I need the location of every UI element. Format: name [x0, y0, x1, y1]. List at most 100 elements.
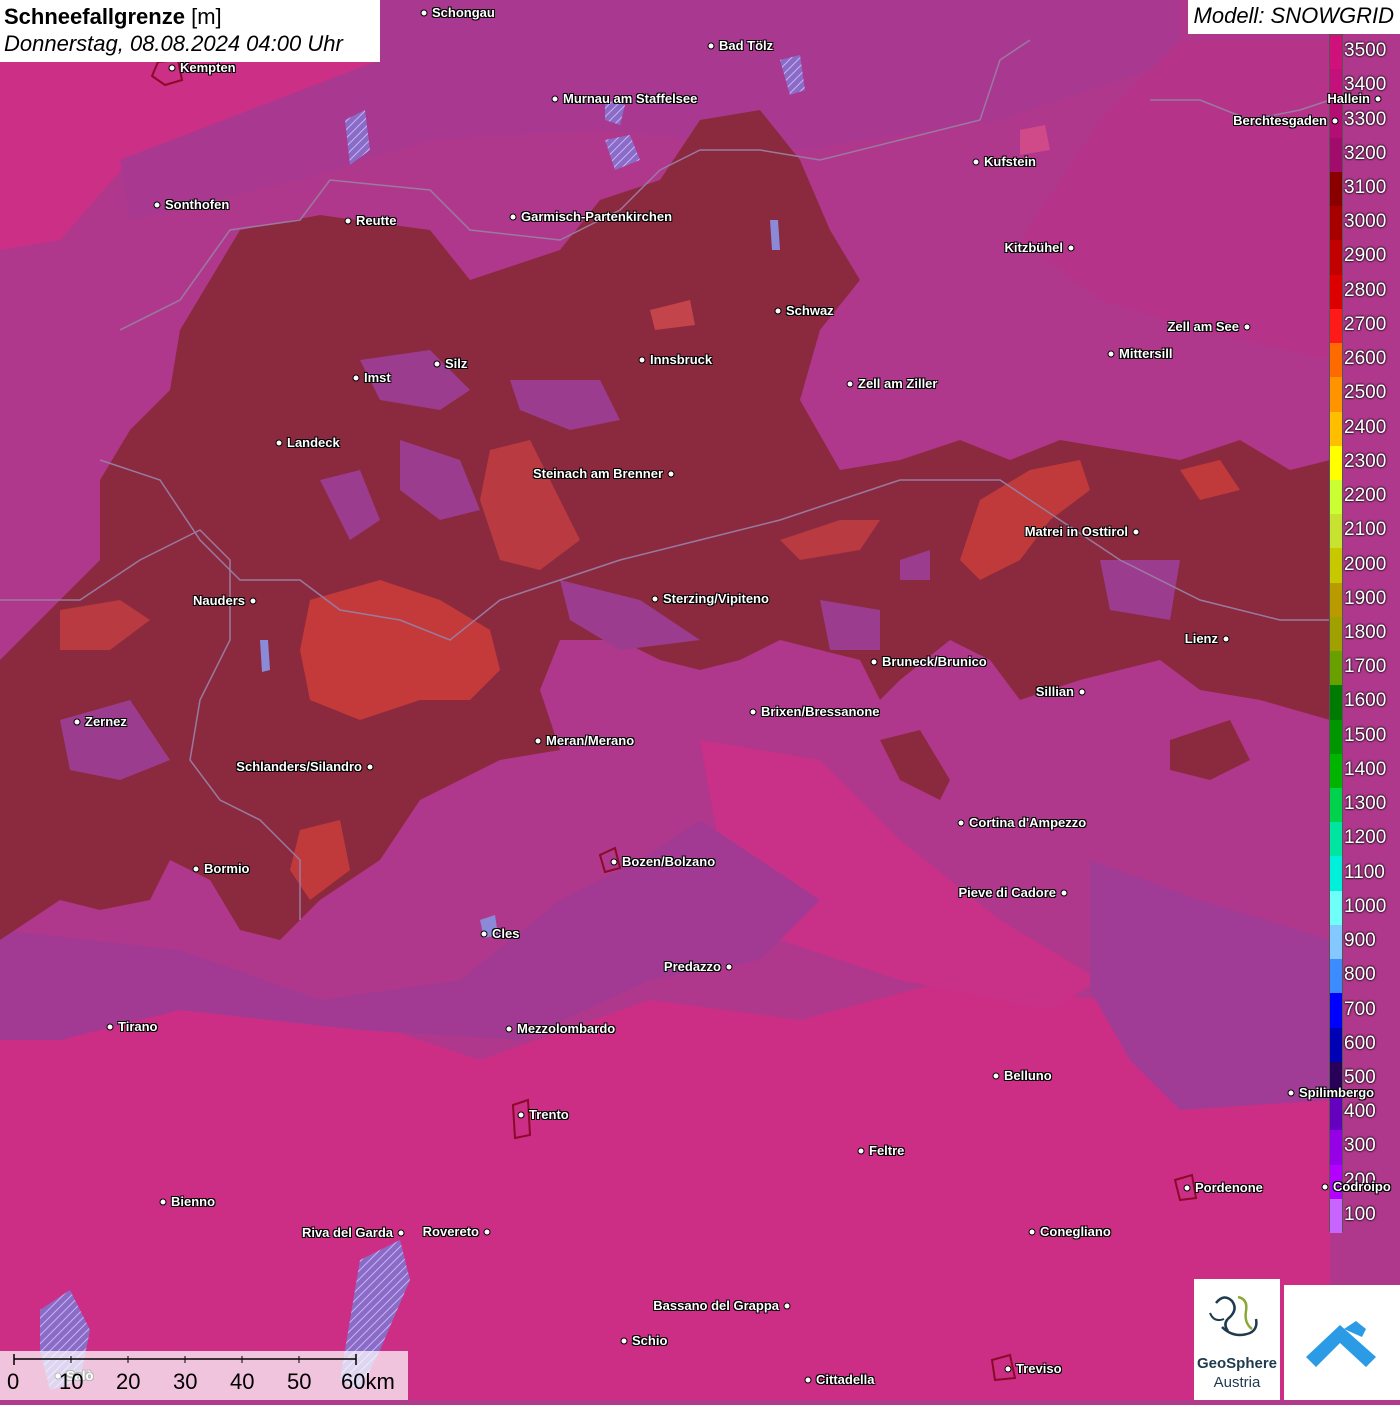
legend-label: 1900	[1344, 587, 1387, 609]
city-label: Cles	[492, 926, 520, 941]
legend-label: 2400	[1344, 416, 1387, 438]
scale-tick-60km: 60km	[341, 1369, 395, 1394]
legend-swatch	[1330, 308, 1342, 344]
geosphere-emblem-icon	[1209, 1295, 1258, 1337]
legend-swatch	[1330, 753, 1342, 789]
city-label: Bormio	[204, 861, 250, 876]
variable-name: Schneefallgrenze	[4, 4, 185, 29]
scale-bar: 0 10 20 30 40 50 60km	[0, 1351, 408, 1400]
legend-swatch	[1330, 651, 1342, 686]
city-label: Schlanders/Silandro	[236, 759, 362, 774]
city-marker-icon	[774, 307, 782, 315]
legend-label: 2600	[1344, 348, 1387, 370]
legend-swatch	[1330, 171, 1342, 207]
legend-swatch	[1330, 274, 1342, 310]
city-label: Schongau	[432, 5, 495, 20]
city-marker-icon	[1222, 635, 1230, 643]
city-marker-icon	[620, 1337, 628, 1345]
city-label: Brixen/Bressanone	[761, 704, 880, 719]
city-label: Silz	[445, 356, 468, 371]
geosphere-logo-line1: GeoSphere	[1196, 1355, 1278, 1372]
legend-label: 2700	[1344, 313, 1387, 335]
city-label: Bozen/Bolzano	[622, 854, 716, 869]
city-label: Garmisch-Partenkirchen	[521, 209, 673, 224]
legend-label: 1500	[1344, 724, 1387, 746]
legend-swatch	[1330, 993, 1342, 1029]
city-label: Kempten	[180, 60, 236, 75]
city-label: Steinach am Brenner	[532, 466, 663, 481]
legend-label: 600	[1344, 1032, 1376, 1054]
city-marker-icon	[1183, 1184, 1191, 1192]
legend-swatch	[1330, 582, 1342, 618]
city-marker-icon	[153, 201, 161, 209]
legend-label: 2000	[1344, 553, 1387, 575]
legend-label: 700	[1344, 998, 1376, 1020]
legend-label: 1000	[1344, 895, 1387, 917]
legend-swatch	[1330, 856, 1342, 892]
city-label: Nauders	[192, 593, 245, 608]
legend-label: 2200	[1344, 485, 1387, 507]
city-marker-icon	[1132, 528, 1140, 536]
legend-label: 1600	[1344, 690, 1387, 712]
legend-label: 1200	[1344, 827, 1387, 849]
city-marker-icon	[1107, 350, 1115, 358]
city-marker-icon	[249, 597, 257, 605]
scale-tick-10: 10	[59, 1369, 84, 1394]
city-marker-icon	[1078, 688, 1086, 696]
legend-swatch	[1330, 137, 1342, 173]
city-marker-icon	[804, 1376, 812, 1384]
legend-label: 2300	[1344, 450, 1387, 472]
legend-swatch	[1330, 719, 1342, 755]
legend-swatch	[1330, 343, 1342, 378]
legend-label: 1800	[1344, 622, 1387, 643]
geosphere-austria-logo: GeoSphere Austria	[1194, 1279, 1280, 1400]
city-label: Codroipo	[1333, 1179, 1391, 1194]
legend-swatch	[1330, 924, 1342, 960]
legend-label: 1100	[1344, 861, 1385, 883]
scale-tick-20: 20	[116, 1369, 141, 1394]
legend-swatch	[1330, 240, 1342, 276]
city-marker-icon	[707, 42, 715, 50]
city-label: Belluno	[1004, 1068, 1052, 1083]
city-marker-icon	[1243, 323, 1251, 331]
city-marker-icon	[1374, 95, 1382, 103]
city-marker-icon	[1028, 1228, 1036, 1236]
city-label: Treviso	[1016, 1361, 1062, 1376]
legend-label: 3000	[1344, 211, 1387, 233]
legend-labels: 3500 3400 3300 3200 3100 3000 2900 2800 2700 2600…	[1344, 34, 1400, 1232]
snowgrid-mountain-icon	[1306, 1321, 1376, 1367]
city-label: Mezzolombardo	[517, 1021, 616, 1036]
city-marker-icon	[870, 658, 878, 666]
scale-tick-50: 50	[287, 1369, 312, 1394]
legend-label: 3100	[1344, 177, 1387, 199]
legend-swatch	[1330, 890, 1342, 926]
legend-label: 2100	[1344, 519, 1387, 541]
city-marker-icon	[505, 1025, 513, 1033]
city-marker-icon	[551, 95, 559, 103]
city-label: Predazzo	[663, 959, 721, 974]
city-label: Cortina d'Ampezzo	[969, 815, 1087, 830]
legend-label: 1700	[1344, 656, 1387, 678]
city-label: Kufstein	[984, 154, 1036, 169]
city-marker-icon	[517, 1111, 525, 1119]
city-marker-icon	[651, 595, 659, 603]
city-label: Kitzbühel	[1004, 240, 1064, 255]
model-label: Modell: SNOWGRID	[1187, 0, 1400, 34]
map-title: Schneefallgrenze [m]	[4, 4, 376, 30]
city-marker-icon	[610, 858, 618, 866]
legend-swatch	[1330, 959, 1342, 994]
city-label: Sillian	[1035, 684, 1074, 699]
legend-swatch	[1330, 479, 1342, 515]
city-marker-icon	[1067, 244, 1075, 252]
legend-label: 3500	[1344, 40, 1387, 62]
legend-label: 300	[1344, 1135, 1376, 1157]
city-label: Pordenone	[1195, 1180, 1263, 1195]
city-marker-icon	[783, 1302, 791, 1310]
legend-swatch	[1330, 35, 1342, 70]
city-label: Conegliano	[1040, 1224, 1111, 1239]
legend-label: 2500	[1344, 382, 1387, 404]
legend-swatch	[1330, 206, 1342, 241]
city-label: Reutte	[356, 213, 397, 228]
city-label: Feltre	[869, 1143, 905, 1158]
city-label: Trento	[529, 1107, 569, 1122]
